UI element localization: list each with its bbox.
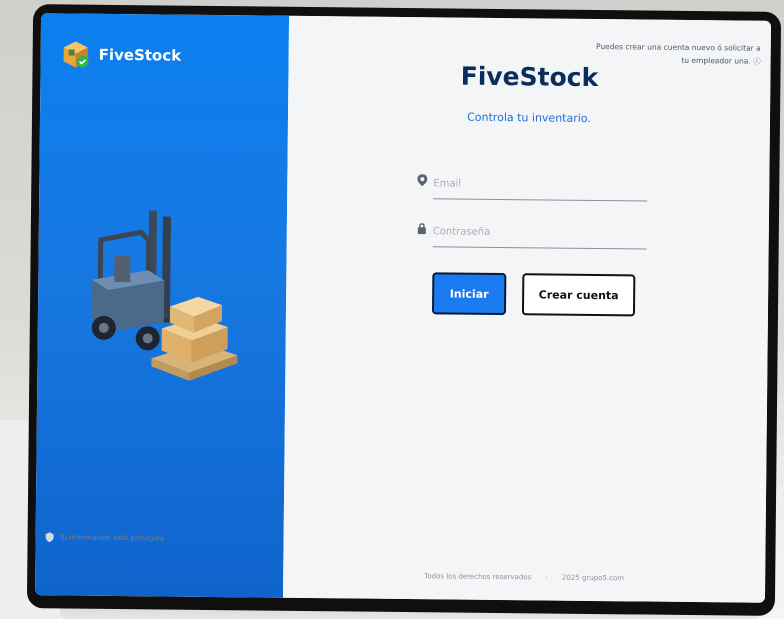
password-field-group (417, 217, 647, 253)
security-note: Tu información está protegida (45, 532, 165, 543)
brand-logo[interactable]: FiveStock (61, 39, 182, 70)
security-note-text: Tu información está protegida (59, 533, 165, 543)
brand-panel: FiveStock Tu información está protegida (34, 13, 290, 598)
email-field-group (417, 169, 648, 205)
lock-icon (417, 223, 426, 235)
shield-icon (45, 532, 54, 543)
email-input[interactable] (433, 169, 648, 202)
footer-separator: · (545, 573, 548, 582)
login-panel: Puedes crear una cuenta nuevo ó solicita… (282, 15, 772, 603)
box-logo-icon (63, 41, 89, 68)
page-title: FiveStock (460, 61, 599, 93)
forklift-illustration (91, 210, 238, 381)
laptop-screen-frame: FiveStock Tu información está protegida … (26, 4, 782, 616)
login-button[interactable]: Iniciar (431, 272, 507, 316)
create-account-button[interactable]: Crear cuenta (521, 273, 636, 317)
footer-copyright: 2025 grupo5.com (561, 573, 625, 583)
location-pin-icon (417, 174, 428, 187)
password-input[interactable] (432, 217, 647, 250)
app-screen: FiveStock Tu información está protegida … (34, 13, 772, 603)
page-subtitle: Controla tu inventario. (467, 110, 591, 125)
footer: Todos los derechos reservados · 2025 gru… (283, 571, 765, 584)
footer-rights: Todos los derechos reservados (424, 572, 532, 582)
brand-name: FiveStock (98, 45, 182, 65)
